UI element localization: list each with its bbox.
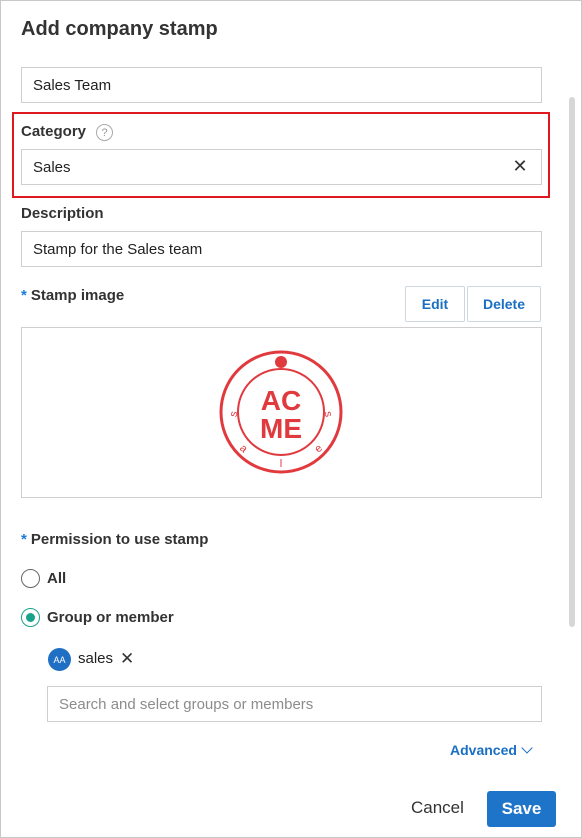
stamp-ring-letter: l: [280, 458, 282, 470]
category-label: Category: [21, 123, 87, 140]
required-marker: *: [21, 531, 27, 548]
clear-category-icon[interactable]: ✕: [511, 157, 529, 175]
permission-label-text: Permission to use stamp: [30, 531, 209, 548]
dialog-title: Add company stamp: [21, 18, 218, 40]
radio-all[interactable]: [21, 569, 40, 588]
scrollbar[interactable]: [569, 97, 575, 627]
description-input[interactable]: Stamp for the Sales team: [21, 231, 542, 267]
stamp-text-line2: ME: [260, 413, 302, 444]
stamp-image: AC ME s a l e s: [219, 350, 343, 474]
add-company-stamp-dialog: Add company stamp Sales Team Category ? …: [0, 0, 582, 838]
group-avatar-icon: AA: [48, 648, 71, 671]
stamp-ring-letter: s: [322, 410, 335, 418]
description-label: Description: [21, 205, 104, 222]
permission-label: * Permission to use stamp: [21, 531, 208, 548]
stamp-image-label: * Stamp image: [21, 287, 124, 304]
save-button[interactable]: Save: [487, 791, 556, 827]
delete-button[interactable]: Delete: [467, 286, 541, 322]
radio-group-or-member[interactable]: [21, 608, 40, 627]
help-icon[interactable]: ?: [96, 124, 113, 141]
stamp-name-input[interactable]: Sales Team: [21, 67, 542, 103]
radio-all-label[interactable]: All: [47, 570, 66, 587]
stamp-text-line1: AC: [261, 385, 301, 416]
stamp-image-label-text: Stamp image: [30, 287, 125, 304]
advanced-label: Advanced: [450, 742, 517, 758]
radio-group-or-member-label[interactable]: Group or member: [47, 609, 174, 626]
chevron-down-icon: [521, 742, 533, 754]
required-marker: *: [21, 287, 27, 304]
edit-button[interactable]: Edit: [405, 286, 465, 322]
advanced-toggle[interactable]: Advanced: [450, 742, 533, 758]
cancel-button[interactable]: Cancel: [405, 798, 470, 818]
category-input[interactable]: Sales: [21, 149, 542, 185]
selected-member-name: sales: [78, 650, 114, 667]
remove-member-icon[interactable]: ✕: [120, 649, 134, 669]
stamp-image-preview: AC ME s a l e s: [21, 327, 542, 498]
member-search-input[interactable]: Search and select groups or members: [47, 686, 542, 722]
